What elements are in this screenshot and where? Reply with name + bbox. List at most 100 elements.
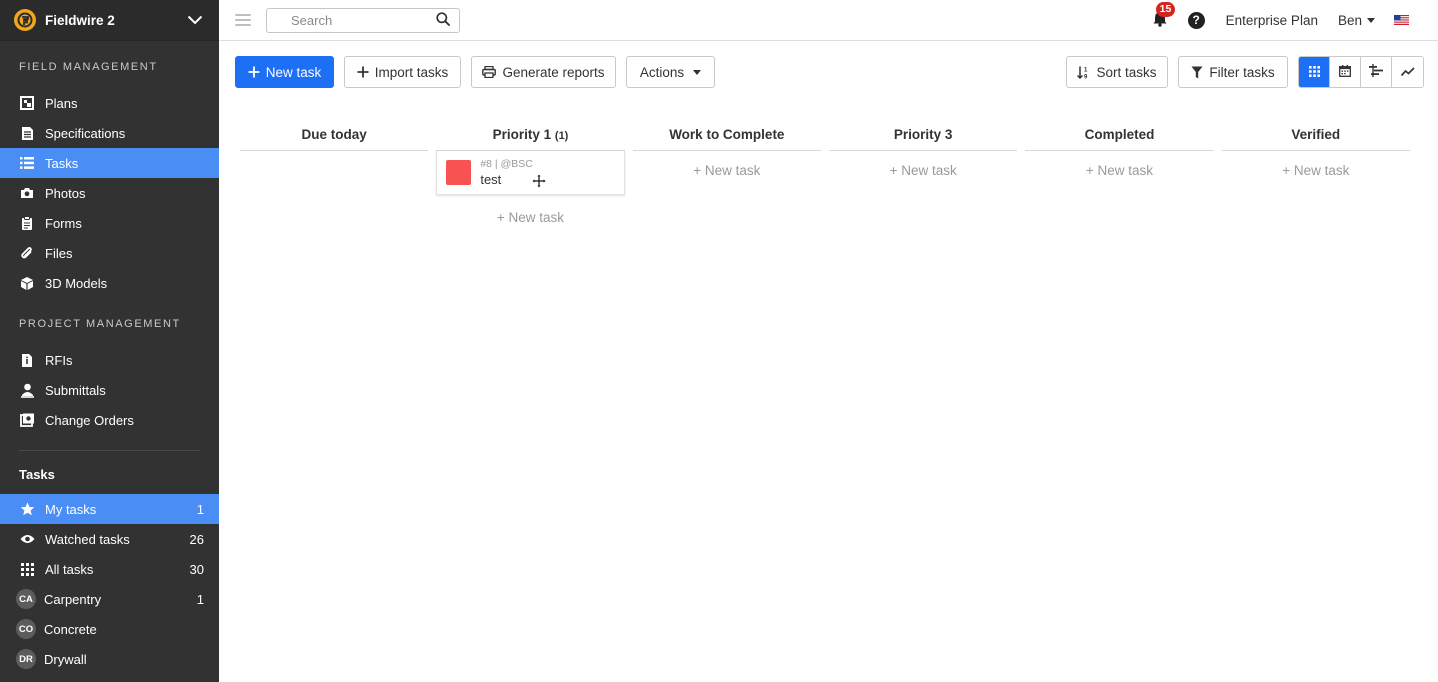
import-tasks-button[interactable]: Import tasks: [344, 56, 461, 88]
new-task-label: New task: [265, 64, 322, 80]
tasks-list-icon: [19, 155, 35, 171]
sidebar-item-files[interactable]: Files: [0, 238, 219, 268]
sidebar-item-submittals[interactable]: Submittals: [0, 375, 219, 405]
user-icon: [19, 382, 35, 398]
line-chart-icon: [1400, 65, 1415, 80]
sidebar-item-carpentry[interactable]: CA Carpentry 1: [0, 584, 219, 614]
board-view-button[interactable]: [1299, 57, 1330, 87]
actions-dropdown[interactable]: Actions: [626, 56, 715, 88]
column-header: Priority 3: [828, 118, 1018, 151]
task-count: 1: [196, 501, 204, 517]
column-header: Verified: [1221, 118, 1410, 151]
board-column-priority-3: Priority 3 + New task: [828, 118, 1018, 229]
column-title: Priority 1: [492, 127, 552, 142]
actions-label: Actions: [639, 64, 685, 80]
task-count: 1: [196, 591, 204, 607]
search-input[interactable]: [291, 12, 436, 28]
team-avatar: CO: [16, 619, 36, 639]
enterprise-plan-link[interactable]: Enterprise Plan: [1226, 13, 1318, 28]
help-icon[interactable]: ?: [1187, 11, 1205, 29]
change-orders-icon: [19, 412, 35, 428]
notification-count-badge: 15: [1155, 2, 1176, 17]
sidebar-item-tasks[interactable]: Tasks: [0, 148, 219, 178]
us-flag-icon[interactable]: [1394, 15, 1409, 25]
new-task-link[interactable]: + New task: [633, 160, 821, 182]
sidebar-item-concrete[interactable]: CO Concrete: [0, 614, 219, 644]
filter-icon: [1191, 66, 1203, 79]
new-task-link[interactable]: + New task: [1025, 160, 1213, 182]
search-box[interactable]: [266, 7, 460, 33]
sidebar-item-label: My tasks: [45, 501, 97, 517]
column-title: Verified: [1291, 127, 1341, 142]
sidebar-item-label: Tasks: [45, 155, 79, 171]
app-root: Fieldwire 2 FIELD MANAGEMENT Plans Speci…: [0, 0, 1438, 682]
new-task-link[interactable]: + New task: [436, 207, 624, 229]
filter-tasks-label: Filter tasks: [1209, 64, 1275, 80]
svg-text:1: 1: [1084, 67, 1088, 73]
clipboard-icon: [19, 215, 35, 231]
top-bar-right: 15 ? Enterprise Plan Ben: [1150, 0, 1438, 41]
gantt-icon: [1369, 64, 1383, 80]
sidebar-item-label: Photos: [45, 185, 86, 201]
task-count: 30: [189, 561, 204, 577]
calendar-view-button[interactable]: [1330, 57, 1361, 87]
project-name: Fieldwire 2: [45, 12, 115, 28]
new-task-link[interactable]: + New task: [1222, 160, 1410, 182]
camera-icon: [19, 185, 35, 201]
sidebar-item-label: Plans: [45, 95, 78, 111]
column-header: Work to Complete: [632, 118, 821, 151]
caret-down-icon: [1367, 17, 1375, 23]
generate-reports-button[interactable]: Generate reports: [471, 56, 616, 88]
plans-icon: [19, 95, 35, 111]
move-cursor-icon: [532, 174, 547, 188]
sidebar-item-3d-models[interactable]: 3D Models: [0, 268, 219, 298]
sidebar-item-drywall[interactable]: DR Drywall: [0, 644, 219, 674]
project-switcher[interactable]: Fieldwire 2: [0, 0, 219, 41]
sidebar-item-label: Drywall: [44, 651, 87, 667]
sidebar: Fieldwire 2 FIELD MANAGEMENT Plans Speci…: [0, 0, 219, 682]
sidebar-item-photos[interactable]: Photos: [0, 178, 219, 208]
sidebar-item-all-tasks[interactable]: All tasks 30: [0, 554, 219, 584]
sidebar-item-label: Submittals: [45, 382, 106, 398]
user-menu[interactable]: Ben: [1338, 13, 1375, 28]
printer-icon: [482, 66, 497, 78]
sidebar-item-label: Change Orders: [45, 412, 134, 428]
sidebar-item-forms[interactable]: Forms: [0, 208, 219, 238]
field-management-nav: Plans Specifications Tasks Photos Forms …: [0, 88, 219, 298]
sidebar-item-specifications[interactable]: Specifications: [0, 118, 219, 148]
search-icon[interactable]: [436, 11, 450, 29]
caret-down-icon: [693, 69, 702, 75]
sidebar-item-watched-tasks[interactable]: Watched tasks 26: [0, 524, 219, 554]
sidebar-item-plans[interactable]: Plans: [0, 88, 219, 118]
analytics-view-button[interactable]: [1392, 57, 1423, 87]
task-card[interactable]: #8 | @BSC test: [436, 151, 625, 195]
star-icon: [19, 501, 35, 517]
sidebar-item-rfis[interactable]: RFIs: [0, 345, 219, 375]
column-title: Priority 3: [893, 127, 953, 142]
notifications-button[interactable]: 15: [1150, 2, 1176, 30]
project-management-title: PROJECT MANAGEMENT: [19, 318, 181, 330]
new-task-button[interactable]: New task: [235, 56, 334, 88]
sort-tasks-button[interactable]: 19 Sort tasks: [1066, 56, 1168, 88]
column-title: Work to Complete: [669, 127, 785, 142]
project-management-nav: RFIs Submittals Change Orders: [0, 345, 219, 435]
new-task-link[interactable]: + New task: [829, 160, 1017, 182]
generate-reports-label: Generate reports: [502, 64, 605, 80]
rfi-icon: [19, 352, 35, 368]
task-title: test: [480, 171, 502, 187]
sidebar-item-change-orders[interactable]: Change Orders: [0, 405, 219, 435]
column-title: Completed: [1084, 127, 1155, 142]
filter-tasks-button[interactable]: Filter tasks: [1178, 56, 1288, 88]
sidebar-item-label: All tasks: [45, 561, 94, 577]
sidebar-item-label: Specifications: [45, 125, 126, 141]
sidebar-item-my-tasks[interactable]: My tasks 1: [0, 494, 219, 524]
plus-icon: [248, 66, 260, 78]
sort-tasks-label: Sort tasks: [1096, 64, 1157, 80]
task-count: 26: [189, 531, 204, 547]
tasks-section-title: Tasks: [19, 467, 55, 482]
chevron-down-icon[interactable]: [185, 10, 205, 30]
hamburger-menu-icon[interactable]: [235, 14, 251, 26]
gantt-view-button[interactable]: [1361, 57, 1392, 87]
top-bar: 15 ? Enterprise Plan Ben: [219, 0, 1438, 41]
sidebar-item-label: Carpentry: [44, 591, 102, 607]
